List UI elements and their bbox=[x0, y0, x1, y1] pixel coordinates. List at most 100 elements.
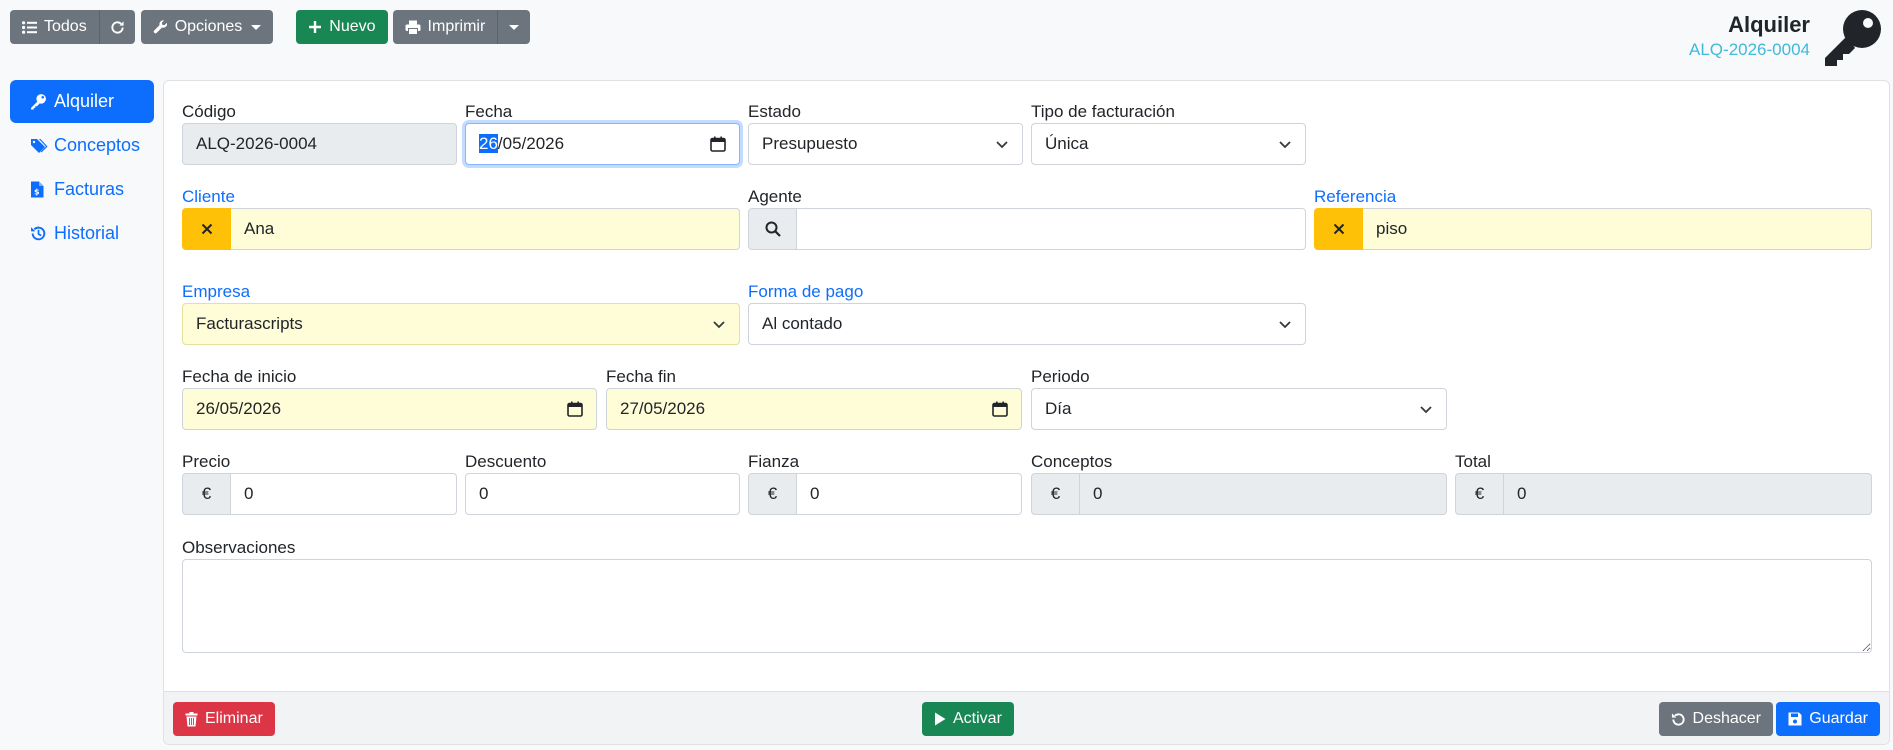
form-footer: Eliminar Activar Deshacer Guardar bbox=[164, 691, 1889, 744]
referencia-input[interactable]: piso bbox=[1363, 208, 1872, 250]
cliente-input[interactable]: Ana bbox=[231, 208, 740, 250]
fecha-fin-group: Fecha fin 27/05/2026 bbox=[606, 367, 1022, 430]
estado-select[interactable]: Presupuesto bbox=[748, 123, 1023, 165]
refresh-icon bbox=[110, 20, 125, 35]
agente-label: Agente bbox=[748, 187, 802, 206]
fecha-input[interactable]: 26/05/2026 bbox=[465, 123, 740, 165]
fecha-inicio-input[interactable]: 26/05/2026 bbox=[182, 388, 597, 430]
forma-pago-label[interactable]: Forma de pago bbox=[748, 282, 1306, 303]
list-icon bbox=[22, 20, 37, 34]
observaciones-group: Observaciones bbox=[182, 538, 1872, 653]
sidebar-item-alquiler[interactable]: Alquiler bbox=[10, 80, 154, 123]
euro-icon: € bbox=[182, 473, 231, 515]
fianza-input[interactable]: 0 bbox=[797, 473, 1022, 515]
sidebar-nav: Alquiler Conceptos $ Facturas Historial bbox=[10, 80, 154, 256]
chevron-down-icon bbox=[712, 317, 726, 331]
tags-icon bbox=[30, 138, 48, 154]
calendar-icon[interactable] bbox=[710, 136, 726, 152]
forma-pago-select[interactable]: Al contado bbox=[748, 303, 1306, 345]
fianza-group: Fianza € 0 bbox=[748, 452, 1022, 515]
conceptos-input[interactable]: 0 bbox=[1080, 473, 1447, 515]
codigo-label: Código bbox=[182, 102, 236, 121]
empresa-label[interactable]: Empresa bbox=[182, 282, 740, 303]
save-label: Guardar bbox=[1809, 710, 1868, 727]
invoice-icon: $ bbox=[30, 181, 48, 198]
sidebar-item-conceptos[interactable]: Conceptos bbox=[10, 124, 154, 167]
trash-icon bbox=[185, 711, 198, 727]
print-button[interactable]: Imprimir bbox=[392, 10, 498, 44]
clear-referencia-button[interactable] bbox=[1314, 208, 1363, 250]
key-icon bbox=[30, 93, 48, 110]
agente-input[interactable] bbox=[797, 208, 1306, 250]
forma-pago-group: Forma de pago Al contado bbox=[748, 282, 1306, 345]
new-label: Nuevo bbox=[329, 18, 376, 35]
sidebar-item-label: Historial bbox=[54, 223, 120, 243]
cliente-group: Cliente Ana bbox=[182, 187, 740, 250]
empresa-group: Empresa Facturascripts bbox=[182, 282, 740, 345]
tipo-facturacion-select[interactable]: Única bbox=[1031, 123, 1306, 165]
refresh-button[interactable] bbox=[98, 10, 135, 44]
all-group: Todos bbox=[10, 10, 135, 44]
svg-text:$: $ bbox=[34, 188, 40, 197]
wrench-icon bbox=[153, 19, 168, 35]
fecha-inicio-group: Fecha de inicio 26/05/2026 bbox=[182, 367, 597, 430]
close-icon bbox=[1333, 223, 1345, 235]
all-button[interactable]: Todos bbox=[10, 10, 99, 44]
page-header: Alquiler ALQ-2026-0004 bbox=[1689, 12, 1810, 62]
delete-button[interactable]: Eliminar bbox=[173, 702, 275, 736]
precio-label: Precio bbox=[182, 452, 231, 471]
chevron-down-icon bbox=[1278, 317, 1292, 331]
activate-button[interactable]: Activar bbox=[922, 702, 1014, 736]
search-agente-button[interactable] bbox=[748, 208, 797, 250]
all-label: Todos bbox=[44, 18, 87, 35]
print-dropdown-button[interactable] bbox=[497, 10, 531, 44]
rental-form-card: Código ALQ-2026-0004 Fecha 26/05/2026 Es… bbox=[163, 80, 1890, 745]
sidebar-item-label: Alquiler bbox=[54, 91, 115, 111]
total-label: Total bbox=[1455, 452, 1491, 471]
calendar-icon[interactable] bbox=[992, 401, 1008, 417]
key-icon bbox=[1821, 8, 1883, 68]
referencia-label[interactable]: Referencia bbox=[1314, 187, 1872, 208]
play-icon bbox=[934, 712, 946, 726]
fecha-day-selected: 26 bbox=[479, 134, 498, 153]
new-button[interactable]: Nuevo bbox=[296, 10, 388, 44]
printer-icon bbox=[405, 20, 421, 35]
undo-button[interactable]: Deshacer bbox=[1658, 702, 1773, 736]
fecha-label: Fecha bbox=[465, 102, 513, 121]
observaciones-textarea[interactable] bbox=[182, 559, 1872, 653]
history-icon bbox=[30, 225, 48, 242]
sidebar-item-facturas[interactable]: $ Facturas bbox=[10, 168, 154, 211]
euro-icon: € bbox=[1455, 473, 1504, 515]
precio-group: Precio € 0 bbox=[182, 452, 457, 515]
fecha-fin-label: Fecha fin bbox=[606, 367, 676, 386]
clear-cliente-button[interactable] bbox=[182, 208, 231, 250]
print-label: Imprimir bbox=[427, 18, 486, 35]
undo-icon bbox=[1671, 712, 1686, 727]
save-button[interactable]: Guardar bbox=[1776, 702, 1880, 736]
codigo-input[interactable]: ALQ-2026-0004 bbox=[182, 123, 457, 165]
empresa-select[interactable]: Facturascripts bbox=[182, 303, 740, 345]
periodo-select[interactable]: Día bbox=[1031, 388, 1447, 430]
periodo-label: Periodo bbox=[1031, 367, 1090, 386]
descuento-input[interactable]: 0 bbox=[465, 473, 740, 515]
estado-label: Estado bbox=[748, 102, 801, 121]
chevron-down-icon bbox=[1278, 137, 1292, 151]
fecha-group: Fecha 26/05/2026 bbox=[465, 102, 740, 165]
close-icon bbox=[201, 223, 213, 235]
total-input[interactable]: 0 bbox=[1504, 473, 1872, 515]
cliente-label[interactable]: Cliente bbox=[182, 187, 740, 208]
fecha-fin-input[interactable]: 27/05/2026 bbox=[606, 388, 1022, 430]
descuento-group: Descuento 0 bbox=[465, 452, 740, 515]
chevron-down-icon bbox=[995, 137, 1009, 151]
precio-input[interactable]: 0 bbox=[231, 473, 457, 515]
sidebar-item-historial[interactable]: Historial bbox=[10, 212, 154, 255]
tipo-facturacion-label: Tipo de facturación bbox=[1031, 102, 1175, 121]
sidebar-item-label: Facturas bbox=[54, 179, 125, 199]
calendar-icon[interactable] bbox=[567, 401, 583, 417]
options-button[interactable]: Opciones bbox=[140, 10, 274, 44]
delete-label: Eliminar bbox=[205, 710, 263, 727]
activate-label: Activar bbox=[953, 710, 1002, 727]
tipo-facturacion-group: Tipo de facturación Única bbox=[1031, 102, 1306, 165]
observaciones-label: Observaciones bbox=[182, 538, 296, 557]
sidebar-item-label: Conceptos bbox=[54, 135, 141, 155]
